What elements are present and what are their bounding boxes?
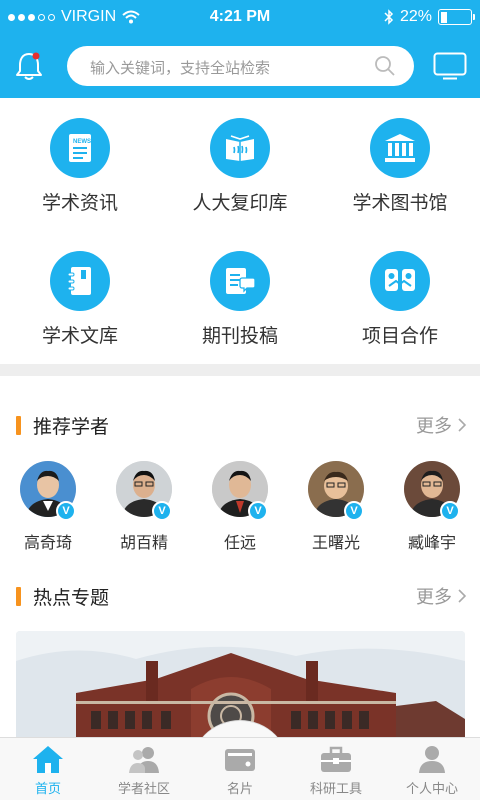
grid-label: 学术资讯 [41, 192, 118, 214]
section-title: 推荐学者 [33, 416, 110, 438]
grid-label: 人大复印库 [192, 192, 288, 214]
book-icon [210, 118, 270, 178]
scholar-item[interactable]: V 王曙光 [288, 461, 384, 552]
section-marker [16, 416, 21, 435]
search-placeholder: 输入关键词，支持全站检索 [90, 59, 271, 77]
grid-item-copy-library[interactable]: 人大复印库 [160, 98, 320, 231]
scholar-name: 胡百精 [119, 533, 168, 552]
grid-item-news[interactable]: NEWS 学术资讯 [0, 98, 160, 231]
grid-label: 学术文库 [41, 325, 118, 347]
status-right: 22% [384, 8, 475, 26]
cooperation-icon [370, 251, 430, 311]
grid-item-cooperation[interactable]: 项目合作 [320, 231, 480, 364]
grid-item-library[interactable]: 学术图书馆 [320, 98, 480, 231]
tab-label: 首页 [34, 782, 61, 797]
chevron-right-icon [458, 418, 467, 432]
grid-label: 学术图书馆 [352, 192, 448, 214]
bluetooth-icon [384, 9, 394, 25]
tab-label: 科研工具 [309, 782, 362, 797]
scholar-item[interactable]: V 任远 [192, 461, 288, 552]
grid-label: 期刊投稿 [201, 325, 278, 347]
scholar-item[interactable]: V 高奇琦 [0, 461, 96, 552]
library-icon [370, 118, 430, 178]
battery-level [440, 11, 447, 23]
scholar-name: 臧峰宇 [407, 533, 456, 552]
tv-icon[interactable] [433, 52, 467, 80]
people-icon [129, 747, 159, 773]
verified-badge: V [152, 501, 172, 521]
tab-label: 名片 [226, 782, 253, 797]
scholars-more-link[interactable]: 更多 [416, 412, 467, 438]
battery-percent: 22% [399, 8, 432, 25]
scholar-name: 任远 [223, 533, 256, 552]
header: 输入关键词，支持全站检索 [0, 36, 480, 98]
status-bar: VIRGIN 4:21 PM 22% [0, 0, 480, 36]
search-icon[interactable] [374, 55, 396, 77]
battery-icon [438, 9, 475, 25]
scholars-section-header: 推荐学者 更多 [0, 410, 480, 440]
more-label: 更多 [416, 587, 452, 608]
section-title: 热点专题 [33, 587, 110, 609]
tab-profile[interactable]: 个人中心 [384, 738, 480, 800]
news-icon: NEWS [50, 118, 110, 178]
tab-research-tools[interactable]: 科研工具 [288, 738, 384, 800]
svg-text:NEWS: NEWS [73, 139, 91, 145]
tab-label: 个人中心 [405, 782, 458, 797]
feature-grid: NEWS 学术资讯 人大复印库 学术图书馆 学术文库 期刊投稿 项目合作 [0, 98, 480, 364]
section-divider [0, 364, 480, 376]
submit-icon [210, 251, 270, 311]
user-icon [419, 746, 445, 773]
more-label: 更多 [416, 416, 452, 437]
search-input[interactable]: 输入关键词，支持全站检索 [67, 46, 414, 86]
bell-icon[interactable] [14, 50, 44, 82]
grid-item-submission[interactable]: 期刊投稿 [160, 231, 320, 364]
toolbox-icon [321, 746, 351, 772]
home-icon [33, 746, 63, 773]
verified-badge: V [440, 501, 460, 521]
scholar-name: 高奇琦 [23, 533, 72, 552]
tab-home[interactable]: 首页 [0, 738, 96, 800]
tab-scholar-community[interactable]: 学者社区 [96, 738, 192, 800]
verified-badge: V [344, 501, 364, 521]
topics-more-link[interactable]: 更多 [416, 583, 467, 609]
scholar-item[interactable]: V 胡百精 [96, 461, 192, 552]
grid-label: 项目合作 [361, 325, 438, 347]
chevron-right-icon [458, 589, 467, 603]
tab-card[interactable]: 名片 [192, 738, 288, 800]
scholar-name: 王曙光 [311, 533, 360, 552]
grid-item-papers[interactable]: 学术文库 [0, 231, 160, 364]
topics-section-header: 热点专题 更多 [0, 581, 480, 611]
bottom-tab-bar: 首页 学者社区 名片 科研工具 个人中心 [0, 737, 480, 800]
verified-badge: V [56, 501, 76, 521]
tab-label: 学者社区 [117, 782, 170, 797]
notebook-icon [50, 251, 110, 311]
scholar-item[interactable]: V 臧峰宇 [384, 461, 480, 552]
verified-badge: V [248, 501, 268, 521]
card-icon [225, 749, 255, 771]
section-marker [16, 587, 21, 606]
scholar-list: V 高奇琦 V 胡百精 V 任远 V 王曙光 V 臧峰宇 [0, 461, 480, 561]
